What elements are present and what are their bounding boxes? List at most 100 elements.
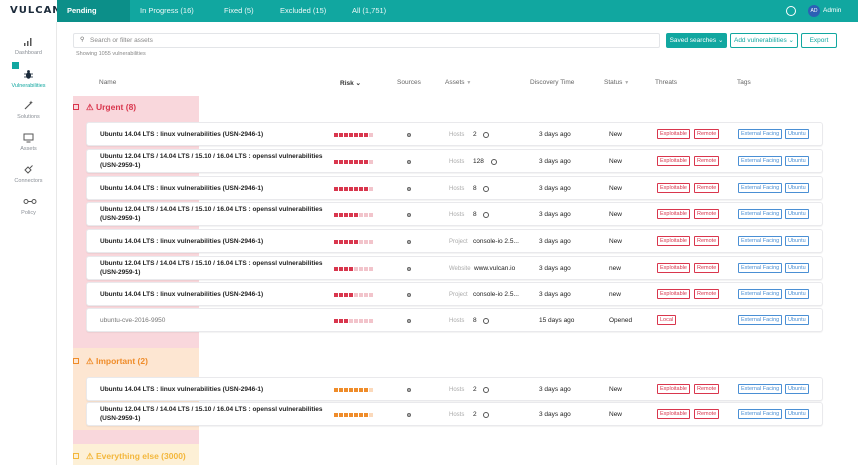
- threat-badge[interactable]: Remote: [694, 183, 720, 193]
- tag-badge[interactable]: External Facing: [738, 384, 783, 394]
- sidebar-item-dashboard[interactable]: Dashboard: [0, 36, 57, 56]
- tag-badge[interactable]: Ubuntu: [785, 289, 809, 299]
- asset-value[interactable]: console-io 2.5...: [473, 230, 519, 254]
- threat-badge[interactable]: Exploitable: [657, 289, 690, 299]
- table-row[interactable]: Ubuntu 14.04 LTS : linux vulnerabilities…: [86, 176, 823, 200]
- tag-badge[interactable]: Ubuntu: [785, 236, 809, 246]
- column-name[interactable]: Name: [99, 79, 116, 86]
- tag-badge[interactable]: Ubuntu: [785, 129, 809, 139]
- group-urgent[interactable]: ⚠ Urgent (8): [73, 102, 136, 113]
- table-row[interactable]: Ubuntu 12.04 LTS / 14.04 LTS / 15.10 / 1…: [86, 256, 823, 280]
- threat-badge[interactable]: Exploitable: [657, 156, 690, 166]
- vulnerability-name[interactable]: ubuntu-cve-2016-9950: [100, 309, 330, 333]
- tag-badge[interactable]: External Facing: [738, 236, 783, 246]
- tab-all[interactable]: All (1,751): [342, 0, 402, 22]
- tag-badge[interactable]: External Facing: [738, 289, 783, 299]
- tab-fixed[interactable]: Fixed (5): [214, 0, 270, 22]
- collapse-icon[interactable]: [73, 103, 79, 110]
- vulnerability-name[interactable]: Ubuntu 12.04 LTS / 14.04 LTS / 15.10 / 1…: [100, 403, 330, 427]
- column-discovery-time[interactable]: Discovery Time: [530, 79, 574, 86]
- tag-badge[interactable]: Ubuntu: [785, 156, 809, 166]
- table-row[interactable]: ubuntu-cve-2016-9950 Hosts 8 15 days ago Ope…: [86, 308, 823, 332]
- user-name[interactable]: Admin: [823, 0, 841, 22]
- asset-value[interactable]: 2: [473, 123, 477, 147]
- table-row[interactable]: Ubuntu 12.04 LTS / 14.04 LTS / 15.10 / 1…: [86, 149, 823, 173]
- threat-badge[interactable]: Exploitable: [657, 263, 690, 273]
- asset-value[interactable]: 8: [473, 177, 477, 201]
- filter-icon[interactable]: ▼: [624, 80, 629, 86]
- tag-badge[interactable]: External Facing: [738, 409, 783, 419]
- gear-icon[interactable]: [786, 6, 796, 16]
- vulnerability-name[interactable]: Ubuntu 14.04 LTS : linux vulnerabilities…: [100, 378, 330, 402]
- vulnerability-name[interactable]: Ubuntu 14.04 LTS : linux vulnerabilities…: [100, 230, 330, 254]
- tag-badge[interactable]: Ubuntu: [785, 209, 809, 219]
- threat-badge[interactable]: Remote: [694, 156, 720, 166]
- vulnerability-name[interactable]: Ubuntu 12.04 LTS / 14.04 LTS / 15.10 / 1…: [100, 203, 330, 227]
- threat-badge[interactable]: Remote: [694, 263, 720, 273]
- avatar[interactable]: AD: [808, 5, 820, 17]
- tag-badge[interactable]: External Facing: [738, 209, 783, 219]
- tag-badge[interactable]: Ubuntu: [785, 183, 809, 193]
- tag-badge[interactable]: External Facing: [738, 183, 783, 193]
- tag-badge[interactable]: Ubuntu: [785, 384, 809, 394]
- column-sources[interactable]: Sources: [397, 79, 421, 86]
- collapse-icon[interactable]: [73, 452, 79, 459]
- vulnerability-name[interactable]: Ubuntu 14.04 LTS : linux vulnerabilities…: [100, 177, 330, 201]
- threat-badge[interactable]: Remote: [694, 409, 720, 419]
- tag-badge[interactable]: External Facing: [738, 315, 783, 325]
- tag-badge[interactable]: Ubuntu: [785, 263, 809, 273]
- filter-icon[interactable]: ▼: [466, 80, 471, 86]
- vulnerability-name[interactable]: Ubuntu 14.04 LTS : linux vulnerabilities…: [100, 123, 330, 147]
- tab-pending[interactable]: Pending (1,243): [57, 0, 130, 37]
- column-risk[interactable]: Risk ⌄: [340, 79, 361, 87]
- asset-value[interactable]: 2: [473, 378, 477, 402]
- asset-value[interactable]: 128: [473, 150, 484, 174]
- threat-badge[interactable]: Remote: [694, 129, 720, 139]
- table-row[interactable]: Ubuntu 12.04 LTS / 14.04 LTS / 15.10 / 1…: [86, 202, 823, 226]
- saved-searches-button[interactable]: Saved searches ⌄: [666, 33, 727, 48]
- search-input[interactable]: ⚲ Search or filter assets: [73, 33, 660, 48]
- asset-value[interactable]: www.vulcan.io: [474, 257, 515, 281]
- threat-badge[interactable]: Exploitable: [657, 183, 690, 193]
- column-assets[interactable]: Assets ▼: [445, 79, 471, 86]
- table-row[interactable]: Ubuntu 14.04 LTS : linux vulnerabilities…: [86, 122, 823, 146]
- sidebar-item-connectors[interactable]: Connectors: [0, 164, 57, 184]
- threat-badge[interactable]: Remote: [694, 209, 720, 219]
- threat-badge[interactable]: Exploitable: [657, 129, 690, 139]
- threat-badge[interactable]: Exploitable: [657, 384, 690, 394]
- tag-badge[interactable]: External Facing: [738, 263, 783, 273]
- add-vulnerabilities-button[interactable]: Add vulnerabilities ⌄: [730, 33, 798, 48]
- threat-badge[interactable]: Remote: [694, 289, 720, 299]
- tag-badge[interactable]: External Facing: [738, 129, 783, 139]
- tag-badge[interactable]: Ubuntu: [785, 315, 809, 325]
- sidebar-item-policy[interactable]: Policy: [0, 196, 57, 216]
- table-row[interactable]: Ubuntu 12.04 LTS / 14.04 LTS / 15.10 / 1…: [86, 402, 823, 426]
- sidebar-item-vulnerabilities[interactable]: Vulnerabilities: [0, 69, 57, 89]
- tag-badge[interactable]: External Facing: [738, 156, 783, 166]
- vulnerability-name[interactable]: Ubuntu 14.04 LTS : linux vulnerabilities…: [100, 283, 330, 307]
- tag-badge[interactable]: Ubuntu: [785, 409, 809, 419]
- column-status[interactable]: Status ▼: [604, 79, 629, 86]
- sidebar-item-assets[interactable]: Assets: [0, 132, 57, 152]
- vulcan-logo[interactable]: VULCAN: [0, 0, 61, 22]
- collapse-icon[interactable]: [73, 357, 79, 364]
- threat-badge[interactable]: Remote: [694, 384, 720, 394]
- asset-value[interactable]: 8: [473, 203, 477, 227]
- threat-badge[interactable]: Remote: [694, 236, 720, 246]
- tab-excluded[interactable]: Excluded (15): [270, 0, 342, 22]
- threat-badge[interactable]: Exploitable: [657, 236, 690, 246]
- vulnerability-name[interactable]: Ubuntu 12.04 LTS / 14.04 LTS / 15.10 / 1…: [100, 150, 330, 174]
- asset-value[interactable]: 8: [473, 309, 477, 333]
- table-row[interactable]: Ubuntu 14.04 LTS : linux vulnerabilities…: [86, 282, 823, 306]
- threat-badge[interactable]: Local: [657, 315, 677, 325]
- sidebar-item-solutions[interactable]: Solutions: [0, 100, 57, 120]
- group-everything-else[interactable]: ⚠ Everything else (3000): [73, 451, 186, 462]
- group-important[interactable]: ⚠ Important (2): [73, 356, 148, 367]
- threat-badge[interactable]: Exploitable: [657, 409, 690, 419]
- asset-value[interactable]: console-io 2.5...: [473, 283, 519, 307]
- tab-in-progress[interactable]: In Progress (16): [130, 0, 214, 22]
- threat-badge[interactable]: Exploitable: [657, 209, 690, 219]
- vulnerability-name[interactable]: Ubuntu 12.04 LTS / 14.04 LTS / 15.10 / 1…: [100, 257, 330, 281]
- table-row[interactable]: Ubuntu 14.04 LTS : linux vulnerabilities…: [86, 377, 823, 401]
- export-button[interactable]: Export: [801, 33, 837, 48]
